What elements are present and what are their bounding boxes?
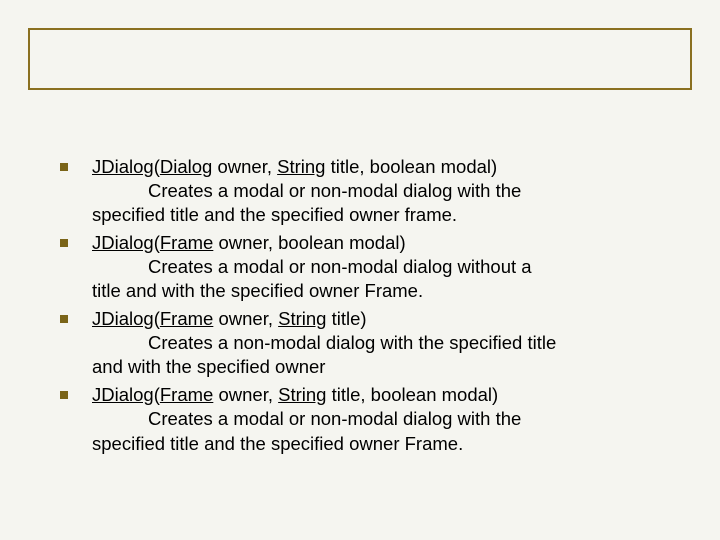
list-item: JDialog(Frame owner, String title) Creat…	[60, 307, 660, 379]
type-link[interactable]: String	[278, 308, 326, 329]
bullet-icon	[60, 239, 68, 247]
desc-line: Creates a non-modal dialog with the spec…	[148, 332, 556, 353]
list-item: JDialog(Frame owner, String title, boole…	[60, 383, 660, 455]
class-link[interactable]: JDialog	[92, 384, 154, 405]
item-text: JDialog(Frame owner, boolean modal) Crea…	[92, 231, 660, 303]
type-link[interactable]: Frame	[160, 384, 213, 405]
desc-line: specified title and the specified owner …	[92, 432, 660, 456]
item-text: JDialog(Frame owner, String title, boole…	[92, 383, 660, 455]
item-text: JDialog(Frame owner, String title) Creat…	[92, 307, 660, 379]
sig-text: title, boolean modal)	[326, 384, 498, 405]
desc-line: Creates a modal or non-modal dialog with…	[148, 256, 532, 277]
item-text: JDialog(Dialog owner, String title, bool…	[92, 155, 660, 227]
bullet-icon	[60, 391, 68, 399]
sig-text: title)	[326, 308, 366, 329]
desc-line: Creates a modal or non-modal dialog with…	[148, 180, 521, 201]
sig-text: title, boolean modal)	[325, 156, 497, 177]
sig-text: owner,	[212, 156, 277, 177]
desc-line: title and with the specified owner Frame…	[92, 279, 660, 303]
bullet-icon	[60, 163, 68, 171]
class-link[interactable]: JDialog	[92, 156, 154, 177]
desc-line: Creates a modal or non-modal dialog with…	[148, 408, 521, 429]
class-link[interactable]: JDialog	[92, 308, 154, 329]
list-item: JDialog(Frame owner, boolean modal) Crea…	[60, 231, 660, 303]
type-link[interactable]: Frame	[160, 308, 213, 329]
sig-text: owner, boolean modal)	[213, 232, 405, 253]
list-item: JDialog(Dialog owner, String title, bool…	[60, 155, 660, 227]
class-link[interactable]: JDialog	[92, 232, 154, 253]
type-link[interactable]: String	[277, 156, 325, 177]
content-list: JDialog(Dialog owner, String title, bool…	[60, 155, 660, 460]
type-link[interactable]: Frame	[160, 232, 213, 253]
sig-text: owner,	[213, 308, 278, 329]
type-link[interactable]: String	[278, 384, 326, 405]
bullet-icon	[60, 315, 68, 323]
title-frame	[28, 28, 692, 90]
type-link[interactable]: Dialog	[160, 156, 212, 177]
desc-line: specified title and the specified owner …	[92, 203, 660, 227]
sig-text: owner,	[213, 384, 278, 405]
desc-line: and with the specified owner	[92, 355, 660, 379]
